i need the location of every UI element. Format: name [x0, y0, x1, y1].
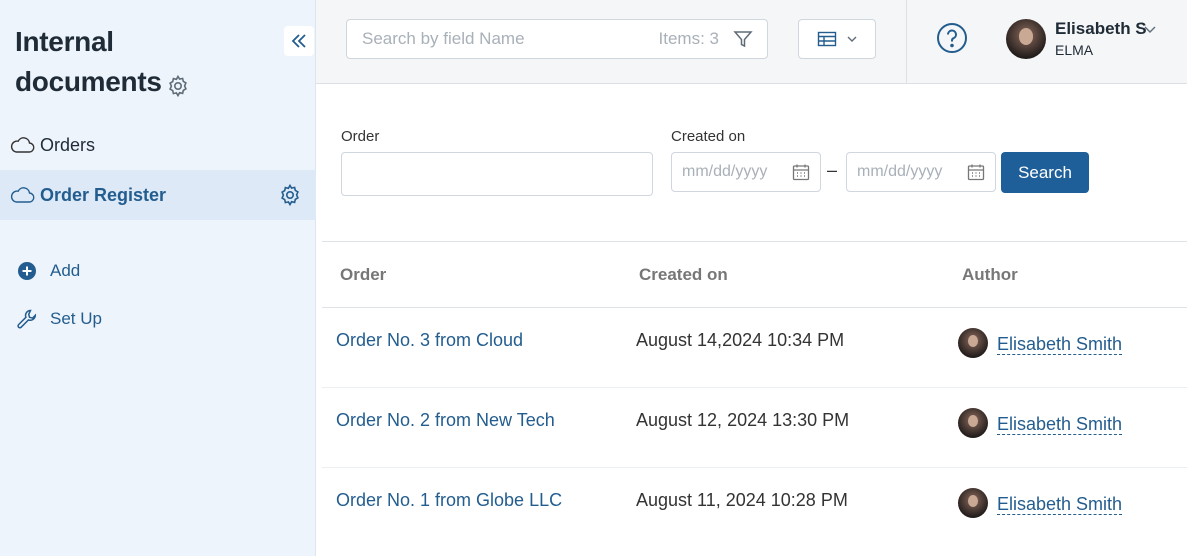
date-range-dash: –	[827, 160, 838, 180]
created-filter-label: Created on	[671, 128, 746, 145]
setup-button[interactable]: Set Up	[16, 308, 102, 330]
double-chevron-left-icon	[291, 34, 306, 48]
help-icon[interactable]	[936, 22, 968, 54]
user-name[interactable]: Elisabeth S	[1055, 19, 1147, 39]
order-link[interactable]: Order No. 2 from New Tech	[336, 410, 555, 431]
sidebar-item-order-register[interactable]: Order Register	[0, 170, 316, 220]
avatar	[958, 408, 988, 438]
sidebar: Internal documents Orders Order Register…	[0, 0, 316, 556]
add-button[interactable]: Add	[16, 260, 80, 282]
column-header-author[interactable]: Author	[962, 265, 1018, 285]
search-box: Items: 3	[346, 19, 768, 59]
cloud-icon	[10, 187, 35, 203]
date-from-placeholder: mm/dd/yyyy	[682, 163, 768, 180]
created-date: August 12, 2024 13:30 PM	[636, 410, 850, 430]
gear-icon[interactable]	[278, 183, 302, 207]
items-count: Items: 3	[658, 29, 719, 48]
cloud-icon	[10, 137, 35, 153]
table-row[interactable]: Order No. 1 from Globe LLC August 11, 20…	[322, 468, 1187, 548]
sidebar-item-orders[interactable]: Orders	[0, 120, 316, 170]
app-title-line1: Internal	[15, 26, 114, 57]
column-header-created[interactable]: Created on	[639, 265, 728, 285]
avatar[interactable]	[1006, 19, 1046, 59]
app-settings-gear-icon[interactable]	[166, 69, 190, 97]
author-link[interactable]: Elisabeth Smith	[997, 414, 1123, 435]
column-header-order[interactable]: Order	[340, 265, 386, 285]
collapse-sidebar-button[interactable]	[284, 26, 314, 56]
order-filter-label: Order	[341, 128, 380, 145]
date-to-placeholder: mm/dd/yyyy	[857, 163, 943, 180]
calendar-icon[interactable]	[967, 163, 985, 181]
order-link[interactable]: Order No. 1 from Globe LLC	[336, 490, 562, 511]
add-label: Add	[50, 261, 81, 280]
sidebar-item-label: Order Register	[40, 184, 167, 205]
date-to-input[interactable]: mm/dd/yyyy	[846, 152, 996, 192]
setup-label: Set Up	[50, 309, 102, 328]
app-title-line2: documents	[15, 66, 162, 97]
avatar	[958, 488, 988, 518]
sidebar-item-label: Orders	[40, 134, 96, 155]
table-view-icon	[817, 31, 837, 47]
search-input[interactable]	[362, 29, 659, 49]
app-title: Internal documents	[15, 22, 190, 102]
table-row[interactable]: Order No. 3 from Cloud August 14,2024 10…	[322, 308, 1187, 388]
chevron-down-icon[interactable]	[1143, 22, 1157, 36]
chevron-down-icon	[847, 36, 857, 42]
divider	[906, 0, 907, 84]
avatar	[958, 328, 988, 358]
view-mode-button[interactable]	[798, 19, 876, 59]
author-link[interactable]: Elisabeth Smith	[997, 334, 1123, 355]
search-button[interactable]: Search	[1001, 152, 1089, 193]
created-date: August 11, 2024 10:28 PM	[636, 490, 848, 510]
wrench-icon	[16, 308, 38, 330]
plus-circle-icon	[16, 260, 38, 282]
date-from-input[interactable]: mm/dd/yyyy	[671, 152, 821, 192]
table-top-divider	[322, 241, 1187, 242]
order-filter-input[interactable]	[341, 152, 653, 196]
calendar-icon[interactable]	[792, 163, 810, 181]
created-date: August 14,2024 10:34 PM	[636, 330, 845, 350]
order-link[interactable]: Order No. 3 from Cloud	[336, 330, 523, 351]
topbar: Items: 3 Elisabeth S ELMA	[316, 0, 1187, 84]
author-link[interactable]: Elisabeth Smith	[997, 494, 1123, 515]
filter-icon[interactable]	[733, 29, 753, 49]
user-org: ELMA	[1055, 42, 1094, 58]
table-row[interactable]: Order No. 2 from New Tech August 12, 202…	[322, 388, 1187, 468]
